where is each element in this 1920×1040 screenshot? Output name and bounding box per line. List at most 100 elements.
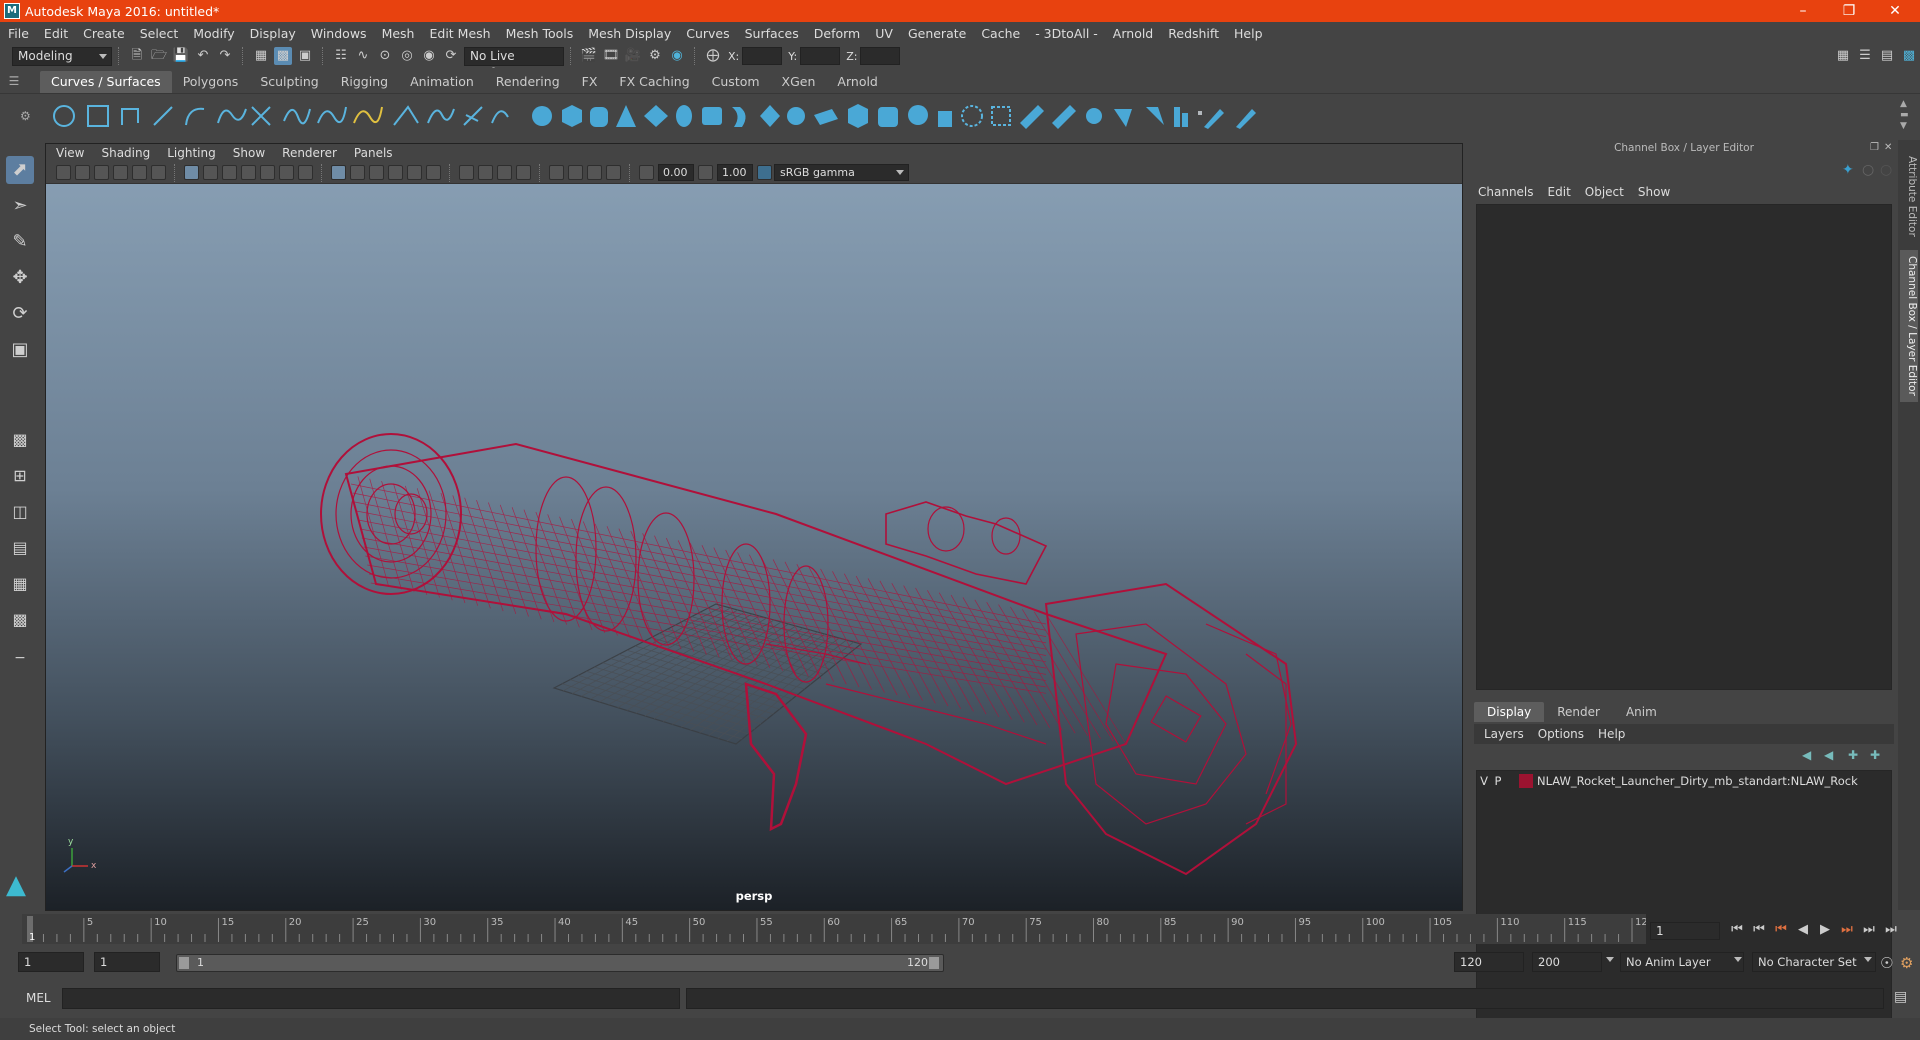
viewport-menu-lighting[interactable]: Lighting: [157, 146, 223, 160]
new-scene-icon[interactable]: 🗎: [128, 47, 146, 65]
play-forward-icon[interactable]: ▶: [1816, 921, 1834, 939]
layer-color-swatch[interactable]: [1519, 774, 1533, 788]
project-curve-icon[interactable]: [961, 105, 983, 127]
nlaw-wireframe-model[interactable]: [320, 433, 1298, 876]
step-forward-frame-icon[interactable]: ⏭: [1860, 921, 1878, 939]
ambient-occlusion-icon[interactable]: [459, 165, 474, 180]
smooth-shade-icon[interactable]: [350, 165, 365, 180]
attach-curves-icon[interactable]: [251, 106, 271, 126]
live-surface-field[interactable]: No Live Surface: [464, 46, 564, 80]
select-object-icon[interactable]: ▩: [274, 47, 292, 65]
select-hierarchy-icon[interactable]: ▦: [252, 47, 270, 65]
nurbs-circle-icon[interactable]: [53, 105, 75, 127]
select-component-icon[interactable]: ▣: [296, 47, 314, 65]
script-editor-icon[interactable]: ▤: [1894, 989, 1907, 1005]
scene-end-field[interactable]: 200: [1532, 952, 1602, 972]
tab-fx-caching[interactable]: FX Caching: [608, 71, 700, 93]
square-surface-icon[interactable]: [878, 107, 898, 127]
twod-pan-icon[interactable]: [132, 165, 147, 180]
bevel-plus-icon[interactable]: [908, 105, 928, 125]
boundary-icon[interactable]: [848, 104, 868, 128]
untrim-icon[interactable]: [1020, 105, 1044, 129]
ipr-render-icon[interactable]: 🎥: [624, 47, 642, 65]
loft-icon[interactable]: [732, 107, 746, 127]
menu-mesh-display[interactable]: Mesh Display: [580, 26, 678, 41]
viewport-menu-panels[interactable]: Panels: [344, 146, 400, 160]
persp-graph-layout-icon[interactable]: ▤: [6, 534, 34, 562]
viewport-menu-show[interactable]: Show: [223, 146, 272, 160]
nurbs-torus-icon[interactable]: [676, 105, 692, 127]
edit-menu[interactable]: Edit: [1540, 185, 1577, 199]
detach-curves-icon[interactable]: [283, 108, 311, 125]
command-input[interactable]: [62, 988, 680, 1009]
layer-name[interactable]: NLAW_Rocket_Launcher_Dirty_mb_standart:N…: [1537, 774, 1858, 788]
bookmark-icon[interactable]: [94, 165, 109, 180]
stitch-edges-icon[interactable]: [1236, 109, 1256, 129]
add-points-icon[interactable]: [463, 106, 483, 126]
lasso-tool-icon[interactable]: ➣: [6, 192, 34, 220]
offset-curve-icon[interactable]: [393, 105, 419, 126]
pencil-curve-icon[interactable]: [185, 107, 205, 126]
tool-settings-toggle-icon[interactable]: ▤: [1878, 47, 1896, 65]
menu-select[interactable]: Select: [132, 26, 186, 41]
wireframe-on-shaded-icon[interactable]: [369, 165, 384, 180]
hypershade-layout-icon[interactable]: ▩: [6, 606, 34, 634]
menu-display[interactable]: Display: [242, 26, 303, 41]
channel-box-toggle-icon[interactable]: ▩: [1900, 47, 1918, 65]
character-set-dropdown[interactable]: No Character Set: [1752, 952, 1876, 972]
nurbs-plane-icon[interactable]: [644, 105, 668, 127]
select-tool-icon[interactable]: ⬈: [6, 156, 34, 184]
menu-curves[interactable]: Curves: [678, 26, 736, 41]
tab-channel-box-layer-editor[interactable]: Channel Box / Layer Editor: [1900, 250, 1918, 402]
menu-windows[interactable]: Windows: [303, 26, 374, 41]
snap-view-icon[interactable]: ◎: [398, 47, 416, 65]
object-menu[interactable]: Object: [1577, 185, 1630, 199]
menu-edit-mesh[interactable]: Edit Mesh: [421, 26, 497, 41]
range-end-handle[interactable]: [929, 957, 939, 969]
chevron-down-icon[interactable]: [1734, 957, 1742, 962]
menu-file[interactable]: File: [0, 26, 36, 41]
gate-mask-icon[interactable]: [241, 165, 256, 180]
extend-surface-icon[interactable]: [1052, 105, 1076, 129]
single-perspective-layout-icon[interactable]: ▩: [6, 426, 34, 454]
rotate-tool-icon[interactable]: ⟳: [6, 300, 34, 328]
tab-arnold[interactable]: Arnold: [826, 71, 888, 93]
color-management-icon[interactable]: [757, 165, 772, 180]
render-current-icon[interactable]: 🎞: [602, 47, 620, 65]
step-back-key-icon[interactable]: ⏮: [1772, 921, 1790, 939]
range-slider[interactable]: 1 120: [176, 954, 944, 972]
anim-layer-dropdown[interactable]: No Anim Layer: [1620, 952, 1744, 972]
move-tool-icon[interactable]: ✥: [6, 264, 34, 292]
move-layer-up-icon[interactable]: ◀: [1802, 748, 1811, 762]
film-gate-icon[interactable]: [203, 165, 218, 180]
gamma-field[interactable]: 1.00: [717, 164, 753, 181]
depth-of-field-icon[interactable]: [516, 165, 531, 180]
wireframe-icon[interactable]: [331, 165, 346, 180]
viewport-scene[interactable]: y x: [46, 184, 1462, 884]
close-button[interactable]: ✕: [1872, 0, 1918, 22]
chevron-down-icon[interactable]: [1606, 957, 1614, 962]
maximize-button[interactable]: ❐: [1826, 0, 1872, 22]
viewport-panel[interactable]: View Shading Lighting Show Renderer Pane…: [45, 143, 1463, 911]
menu-cache[interactable]: Cache: [973, 26, 1027, 41]
move-layer-down-icon[interactable]: ◀: [1824, 748, 1833, 762]
tab-attribute-editor[interactable]: Attribute Editor: [1900, 150, 1918, 243]
field-chart-icon[interactable]: [260, 165, 275, 180]
play-backward-icon[interactable]: ◀: [1794, 921, 1812, 939]
menu-3dtoall[interactable]: - 3DtoAll -: [1027, 26, 1105, 41]
menu-modify[interactable]: Modify: [185, 26, 241, 41]
rebuild-curve-icon[interactable]: [427, 108, 455, 124]
nurbs-square-icon[interactable]: [87, 105, 109, 127]
save-scene-icon[interactable]: 💾: [172, 47, 190, 65]
textured-icon[interactable]: [388, 165, 403, 180]
nurbs-cube-icon[interactable]: [562, 105, 582, 127]
tab-polygons[interactable]: Polygons: [172, 71, 250, 93]
menu-edit[interactable]: Edit: [36, 26, 75, 41]
go-to-end-icon[interactable]: ⏭: [1882, 921, 1900, 939]
exposure-icon[interactable]: [639, 165, 654, 180]
render-settings-icon[interactable]: ⚙: [646, 47, 664, 65]
menuset-dropdown[interactable]: Modeling: [12, 46, 112, 66]
manipulator-icon[interactable]: ✦: [1842, 162, 1854, 178]
menu-deform[interactable]: Deform: [806, 26, 867, 41]
anti-aliasing-icon[interactable]: [497, 165, 512, 180]
